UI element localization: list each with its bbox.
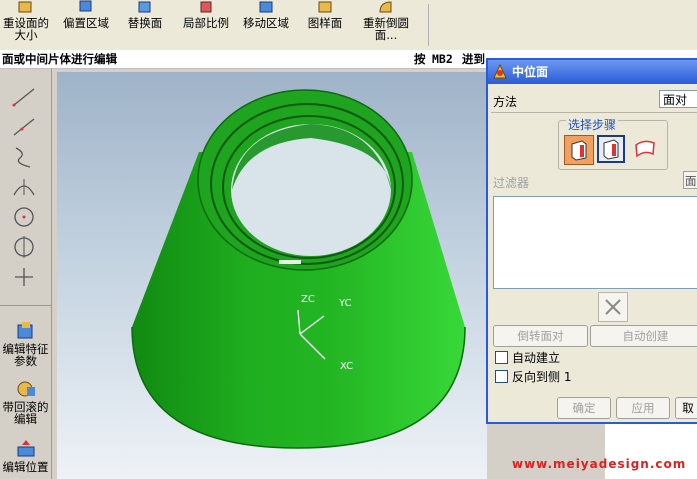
step-third-face-button[interactable] [631,135,659,163]
selection-steps-label: 选择步骤 [566,116,619,133]
rollback-icon [17,381,35,397]
status-hint-suffix: 进到 [462,52,485,66]
ok-button[interactable]: 确定 [557,397,611,419]
feature-toolbar: 重设面的 大小 偏置区域 替换面 局部比例 移动区域 图样面 重新倒圆 面... [0,0,697,51]
auto-build-label: 自动建立 [512,351,561,365]
dialog-divider [491,112,697,113]
cancel-button[interactable]: 取 [675,397,697,419]
auto-create-label: 自动创建 [622,329,669,343]
method-select[interactable]: 面对 [659,90,697,108]
toolbar-separator [428,4,429,46]
edit-feature-icon [17,322,32,339]
resize-face-label-2: 大小 [14,28,38,42]
pattern-face-icon [318,1,332,13]
remove-selection-button[interactable] [598,292,628,322]
curved-face-icon [635,140,655,158]
status-hint-prefix: 按 [414,52,426,66]
auto-build-checkbox[interactable] [495,351,508,364]
selection-steps-group: 选择步骤 [558,116,668,170]
circle-icon[interactable] [10,235,38,259]
palette-divider [0,305,51,306]
step-first-face-button[interactable] [564,135,594,165]
filter-select[interactable]: 面 [683,171,697,189]
local-scale-label: 局部比例 [183,16,229,30]
yc-axis-label: YC [338,298,352,309]
move-region-icon [259,1,273,13]
reverse-pair-button[interactable]: 倒转面对 [493,325,588,347]
filter-select-value: 面 [685,174,697,188]
arc-icon[interactable] [10,175,38,199]
dialog-title-bar[interactable]: 中位面 [488,60,697,84]
graphics-viewport[interactable]: ZC YC XC [57,72,487,479]
edit-with-rollback-button[interactable]: 带回滚的 编辑 [0,379,51,425]
local-scale-icon [200,1,212,13]
circle-center-icon[interactable] [10,205,38,229]
reverse-side-checkbox[interactable] [495,370,508,383]
edit-position-button[interactable]: 编辑位置 [0,439,51,473]
replace-face-icon [138,1,151,13]
reblend-face-icon [379,1,392,13]
line-point-icon[interactable] [10,115,38,139]
replace-face-button[interactable]: 替换面 [122,0,168,50]
pattern-face-button[interactable]: 图样面 [302,0,348,50]
pattern-face-label: 图样面 [307,16,343,30]
spline-icon[interactable] [10,145,38,169]
face-select-icon [571,140,587,161]
midsurface-dialog: 中位面 方法 面对 选择步骤 过滤器 面 倒转面对 自动创建 自动建立 反向到侧… [486,58,697,424]
dialog-title: 中位面 [512,65,549,79]
zc-axis-label: ZC [301,294,315,305]
resize-face-button[interactable]: 重设面的 大小 [0,0,52,50]
move-region-label: 移动区域 [243,16,289,30]
rollback-label-2: 编辑 [14,412,37,426]
ok-label: 确定 [572,401,596,415]
edit-feature-params-button[interactable]: 编辑特征 参数 [0,321,51,367]
face-pair-icon [603,139,619,160]
replace-face-label: 替换面 [127,16,163,30]
auto-create-button[interactable]: 自动创建 [590,325,697,347]
cancel-label: 取 [682,401,694,415]
edit-position-icon [17,440,34,457]
reverse-side-label: 反向到侧 1 [512,370,572,384]
method-select-value: 面对 [663,93,688,107]
local-scale-button[interactable]: 局部比例 [178,0,234,50]
reverse-pair-label: 倒转面对 [517,329,564,343]
reblend-face-button[interactable]: 重新倒圆 面... [356,0,416,50]
status-prompt: 面或中间片体进行编辑 [2,52,117,66]
selection-list[interactable] [493,196,697,289]
xc-axis-label: XC [340,361,353,372]
method-label: 方法 [493,95,518,109]
filter-label: 过滤器 [493,176,530,190]
cone-model[interactable]: ZC YC XC [57,72,487,479]
apply-button[interactable]: 应用 [616,397,670,419]
offset-region-icon [79,0,92,12]
resize-face-icon [18,1,32,13]
apply-label: 应用 [631,401,655,415]
reblend-face-label-2: 面... [374,28,398,42]
status-hint-key: MB2 [432,52,453,66]
step-second-face-button[interactable] [597,135,625,163]
edit-position-label: 编辑位置 [2,460,49,474]
offset-region-label: 偏置区域 [63,16,109,30]
edit-feature-label-2: 参数 [14,354,37,368]
point-icon[interactable] [10,265,38,289]
move-region-button[interactable]: 移动区域 [238,0,294,50]
offset-region-button[interactable]: 偏置区域 [58,0,114,50]
close-icon [605,299,621,315]
nx-logo-icon [493,64,507,79]
line-icon[interactable] [10,85,38,109]
watermark-text: www.meiyadesign.com [512,457,687,471]
left-palette: 编辑特征 参数 带回滚的 编辑 编辑位置 [0,69,52,479]
